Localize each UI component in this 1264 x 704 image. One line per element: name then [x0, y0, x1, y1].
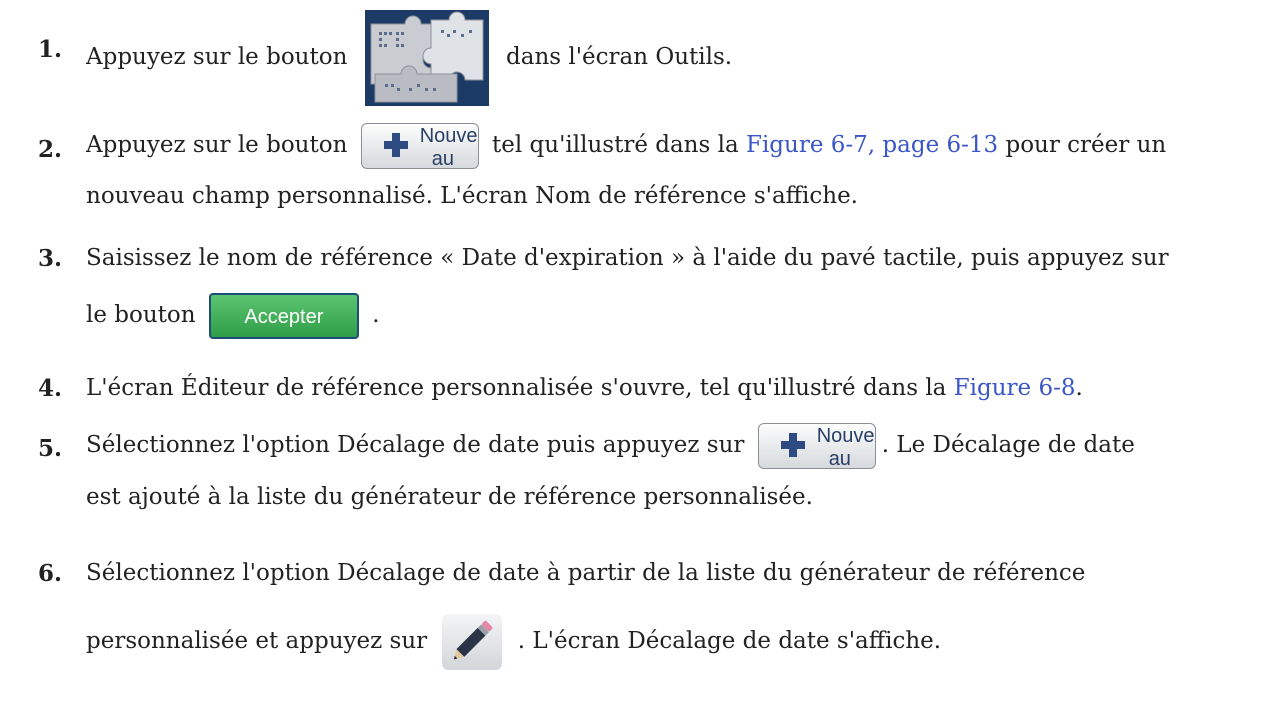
step-text: Sélectionnez l'option Décalage de date p…: [86, 432, 745, 458]
step-number: 6.: [38, 560, 63, 587]
figure-link[interactable]: Figure 6-7, page 6-13: [746, 132, 998, 158]
new-button-label-1: Nouve: [419, 125, 478, 147]
step-number: 5.: [38, 435, 63, 462]
step-6-line-2: personnalisée et appuyez sur . L'écran D…: [86, 614, 941, 670]
step-2-line-1: Appuyez sur le bouton Nouve au tel qu'il…: [86, 123, 1167, 170]
step-4-line: L'écran Éditeur de référence personnalis…: [86, 375, 1083, 401]
step-5-line-1: Sélectionnez l'option Décalage de date p…: [86, 423, 1135, 470]
step-text: L'écran Éditeur de référence personnalis…: [86, 375, 947, 401]
step-number: 3.: [38, 245, 63, 272]
accept-button[interactable]: Accepter: [208, 293, 359, 339]
step-6-line-1: Sélectionnez l'option Décalage de date à…: [86, 560, 1086, 586]
new-button-label-1: Nouve: [816, 425, 875, 447]
step-text: tel qu'illustré dans la: [492, 132, 739, 158]
new-button-label-2: au: [828, 448, 851, 470]
new-button[interactable]: Nouve au: [757, 423, 876, 470]
step-text: .: [1075, 375, 1083, 401]
step-text: Appuyez sur le bouton: [86, 44, 348, 70]
step-1-line: Appuyez sur le bouton dans l'écran Outil…: [86, 10, 732, 106]
new-button-label-2: au: [431, 148, 454, 170]
figure-link[interactable]: Figure 6-8: [954, 375, 1076, 401]
plus-icon: [780, 433, 805, 457]
step-text: . L'écran Décalage de date s'affiche.: [517, 628, 942, 654]
step-2-line-2: nouveau champ personnalisé. L'écran Nom …: [86, 183, 858, 209]
step-5-line-2: est ajouté à la liste du générateur de r…: [86, 484, 813, 510]
step-text: dans l'écran Outils.: [506, 44, 733, 70]
step-text: Appuyez sur le bouton: [86, 132, 348, 158]
puzzle-icon[interactable]: [364, 10, 489, 106]
step-number: 4.: [38, 375, 63, 402]
step-text: personnalisée et appuyez sur: [86, 628, 428, 654]
step-3-line-2: le bouton Accepter .: [86, 293, 380, 339]
step-text: pour créer un: [1005, 132, 1167, 158]
pencil-icon[interactable]: [442, 614, 503, 670]
step-3-line-1: Saisissez le nom de référence « Date d'e…: [86, 245, 1169, 271]
step-number: 2.: [38, 136, 63, 163]
new-button[interactable]: Nouve au: [360, 123, 479, 170]
plus-icon: [383, 133, 408, 157]
step-text: .: [372, 302, 380, 328]
step-text: le bouton: [86, 302, 196, 328]
step-number: 1.: [38, 36, 63, 63]
step-text: . Le Décalage de date: [881, 432, 1135, 458]
